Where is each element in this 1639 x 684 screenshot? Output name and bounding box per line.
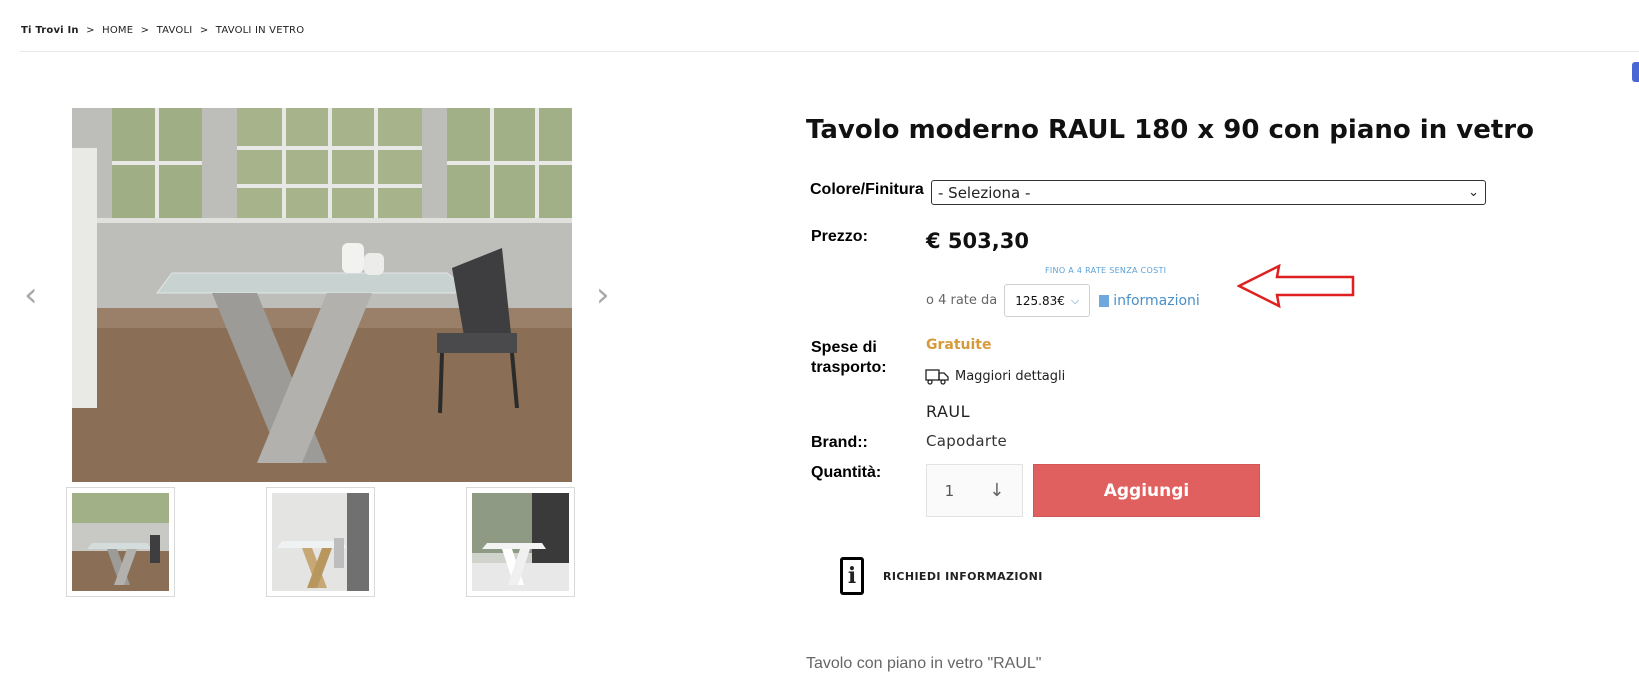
- thumbnail-3[interactable]: [466, 487, 575, 597]
- quantity-label: Quantità:: [811, 464, 882, 481]
- side-tab[interactable]: [1632, 62, 1639, 82]
- info-flag-icon: [1099, 294, 1110, 307]
- truck-icon: [925, 369, 949, 385]
- breadcrumb-separator: >: [199, 25, 209, 36]
- installment-prefix: o 4 rate da: [926, 293, 998, 308]
- shipping-label-line-2: trasporto:: [811, 359, 887, 376]
- breadcrumb-item-tavoli[interactable]: TAVOLI: [157, 25, 193, 36]
- thumbnail-1-image: [72, 493, 169, 591]
- annotation-arrow-icon: [1237, 263, 1355, 309]
- breadcrumb-lead: Ti Trovi In: [21, 25, 79, 36]
- installment-row: o 4 rate da 125.83€ ⌵ informazioni: [926, 284, 1200, 317]
- request-info-label: RICHIEDI INFORMAZIONI: [883, 569, 1043, 583]
- breadcrumb-separator: >: [86, 25, 95, 36]
- product-description: Tavolo con piano in vetro "RAUL": [806, 655, 1042, 672]
- chevron-down-icon: ⌵: [1070, 293, 1080, 307]
- thumbnail-3-image: [472, 493, 569, 591]
- product-photo-illustration: [72, 108, 572, 482]
- brand-label: Brand::: [811, 434, 868, 451]
- product-title: Tavolo moderno RAUL 180 x 90 con piano i…: [806, 115, 1534, 145]
- installment-value: 125.83€: [1015, 293, 1065, 308]
- breadcrumb: Ti Trovi In > HOME > TAVOLI > TAVOLI IN …: [21, 25, 304, 36]
- shipping-details-link[interactable]: Maggiori dettagli: [925, 367, 1065, 385]
- gallery-next-arrow-icon[interactable]: ›: [596, 278, 610, 312]
- product-model: RAUL: [926, 402, 971, 421]
- shipping-label-line-1: Spese di: [811, 339, 877, 356]
- shipping-label: Spese di trasporto:: [811, 338, 887, 378]
- breadcrumb-separator: >: [140, 25, 150, 36]
- quantity-stepper[interactable]: 1 ↓: [926, 464, 1023, 517]
- brand-value[interactable]: Capodarte: [926, 432, 1007, 450]
- installment-note: FINO A 4 RATE SENZA COSTI: [1045, 266, 1167, 275]
- arrow-down-icon[interactable]: ↓: [989, 480, 1004, 501]
- installment-select[interactable]: 125.83€ ⌵: [1004, 284, 1091, 317]
- quantity-value[interactable]: 1: [945, 482, 955, 500]
- info-icon: i: [840, 557, 864, 595]
- price-value: € 503,30: [926, 229, 1029, 253]
- breadcrumb-item-tavoli-in-vetro[interactable]: TAVOLI IN VETRO: [216, 25, 304, 36]
- price-label: Prezzo:: [811, 228, 868, 245]
- color-label: Colore/Finitura: [810, 181, 924, 198]
- add-to-cart-button[interactable]: Aggiungi: [1033, 464, 1260, 517]
- installment-info-link[interactable]: informazioni: [1099, 293, 1200, 309]
- thumbnail-2[interactable]: [266, 487, 375, 597]
- shipping-details-label: Maggiori dettagli: [955, 368, 1066, 384]
- product-main-image[interactable]: [72, 108, 572, 482]
- breadcrumb-item-home[interactable]: HOME: [102, 25, 133, 36]
- thumbnail-1[interactable]: [66, 487, 175, 597]
- installment-info-label: informazioni: [1113, 292, 1200, 309]
- shipping-value: Gratuite: [926, 337, 992, 353]
- gallery-prev-arrow-icon[interactable]: ‹: [24, 278, 38, 312]
- color-select-value: - Seleziona -: [938, 183, 1031, 202]
- color-select[interactable]: - Seleziona - ⌄: [931, 180, 1486, 205]
- header-divider: [20, 51, 1639, 52]
- request-info-button[interactable]: i RICHIEDI INFORMAZIONI: [840, 557, 1043, 595]
- chevron-down-icon: ⌄: [1468, 185, 1479, 200]
- thumbnail-2-image: [272, 493, 369, 591]
